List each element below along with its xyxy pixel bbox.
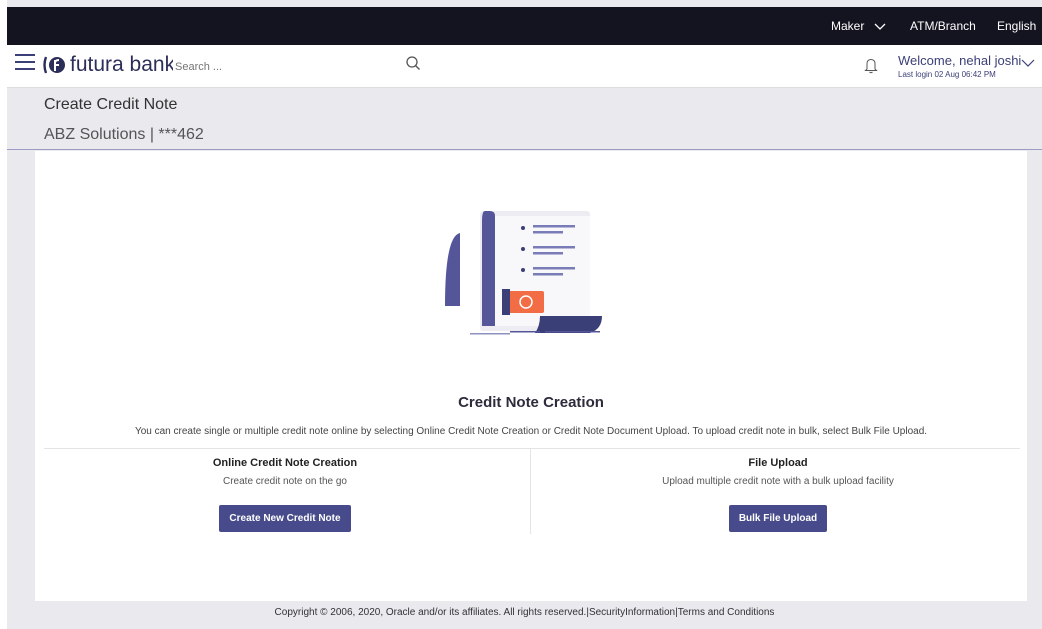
- chevron-down-icon: [874, 23, 886, 30]
- user-menu[interactable]: Welcome, nehal joshi Last login 02 Aug 0…: [898, 53, 1021, 79]
- window-left-border: [0, 0, 7, 629]
- futura-logo-icon: [43, 56, 65, 74]
- create-new-credit-note-button[interactable]: Create New Credit Note: [219, 505, 351, 532]
- chevron-down-icon[interactable]: [1021, 58, 1035, 68]
- search-input[interactable]: [173, 54, 427, 80]
- online-creation-section: Online Credit Note Creation Create credi…: [40, 457, 530, 532]
- brand-logo[interactable]: futura bank: [43, 53, 175, 77]
- copyright-text: Copyright © 2006, 2020, Oracle and/or it…: [274, 607, 587, 618]
- terms-link[interactable]: Terms and Conditions: [678, 607, 775, 618]
- last-login-text: Last login 02 Aug 06:42 PM: [898, 70, 996, 79]
- role-switcher[interactable]: Maker: [831, 19, 886, 33]
- section-divider: [44, 448, 1020, 449]
- menu-icon[interactable]: [15, 54, 35, 72]
- bulk-file-upload-button[interactable]: Bulk File Upload: [728, 505, 828, 532]
- footer: Copyright © 2006, 2020, Oracle and/or it…: [274, 607, 775, 618]
- file-upload-subtitle: Upload multiple credit note with a bulk …: [662, 476, 894, 487]
- card-title: Credit Note Creation: [458, 394, 604, 411]
- bell-icon[interactable]: [864, 57, 878, 74]
- role-label: Maker: [831, 19, 865, 33]
- credit-note-card: Credit Note Creation You can create sing…: [35, 151, 1027, 601]
- top-bar: Maker ATM/Branch English: [7, 7, 1042, 45]
- header: futura bank Welcome, nehal joshi Last lo…: [7, 45, 1042, 88]
- credit-note-illustration: [445, 211, 602, 335]
- file-upload-section: File Upload Upload multiple credit note …: [533, 457, 1023, 532]
- online-creation-heading: Online Credit Note Creation: [212, 457, 358, 469]
- party-account-info: ABZ Solutions | ***462: [44, 126, 204, 143]
- column-divider: [530, 449, 531, 534]
- atm-branch-link[interactable]: ATM/Branch: [910, 19, 976, 33]
- welcome-text: Welcome, nehal joshi: [898, 53, 1022, 68]
- page-title: Create Credit Note: [44, 96, 178, 113]
- search-icon[interactable]: [405, 55, 421, 71]
- language-switcher[interactable]: English: [997, 19, 1036, 33]
- online-creation-subtitle: Create credit note on the go: [223, 476, 347, 487]
- brand-name: futura bank: [70, 53, 176, 76]
- security-information-link[interactable]: SecurityInformation: [589, 607, 675, 618]
- file-upload-heading: File Upload: [748, 457, 808, 469]
- card-description: You can create single or multiple credit…: [134, 426, 928, 437]
- header-divider: [7, 149, 1042, 150]
